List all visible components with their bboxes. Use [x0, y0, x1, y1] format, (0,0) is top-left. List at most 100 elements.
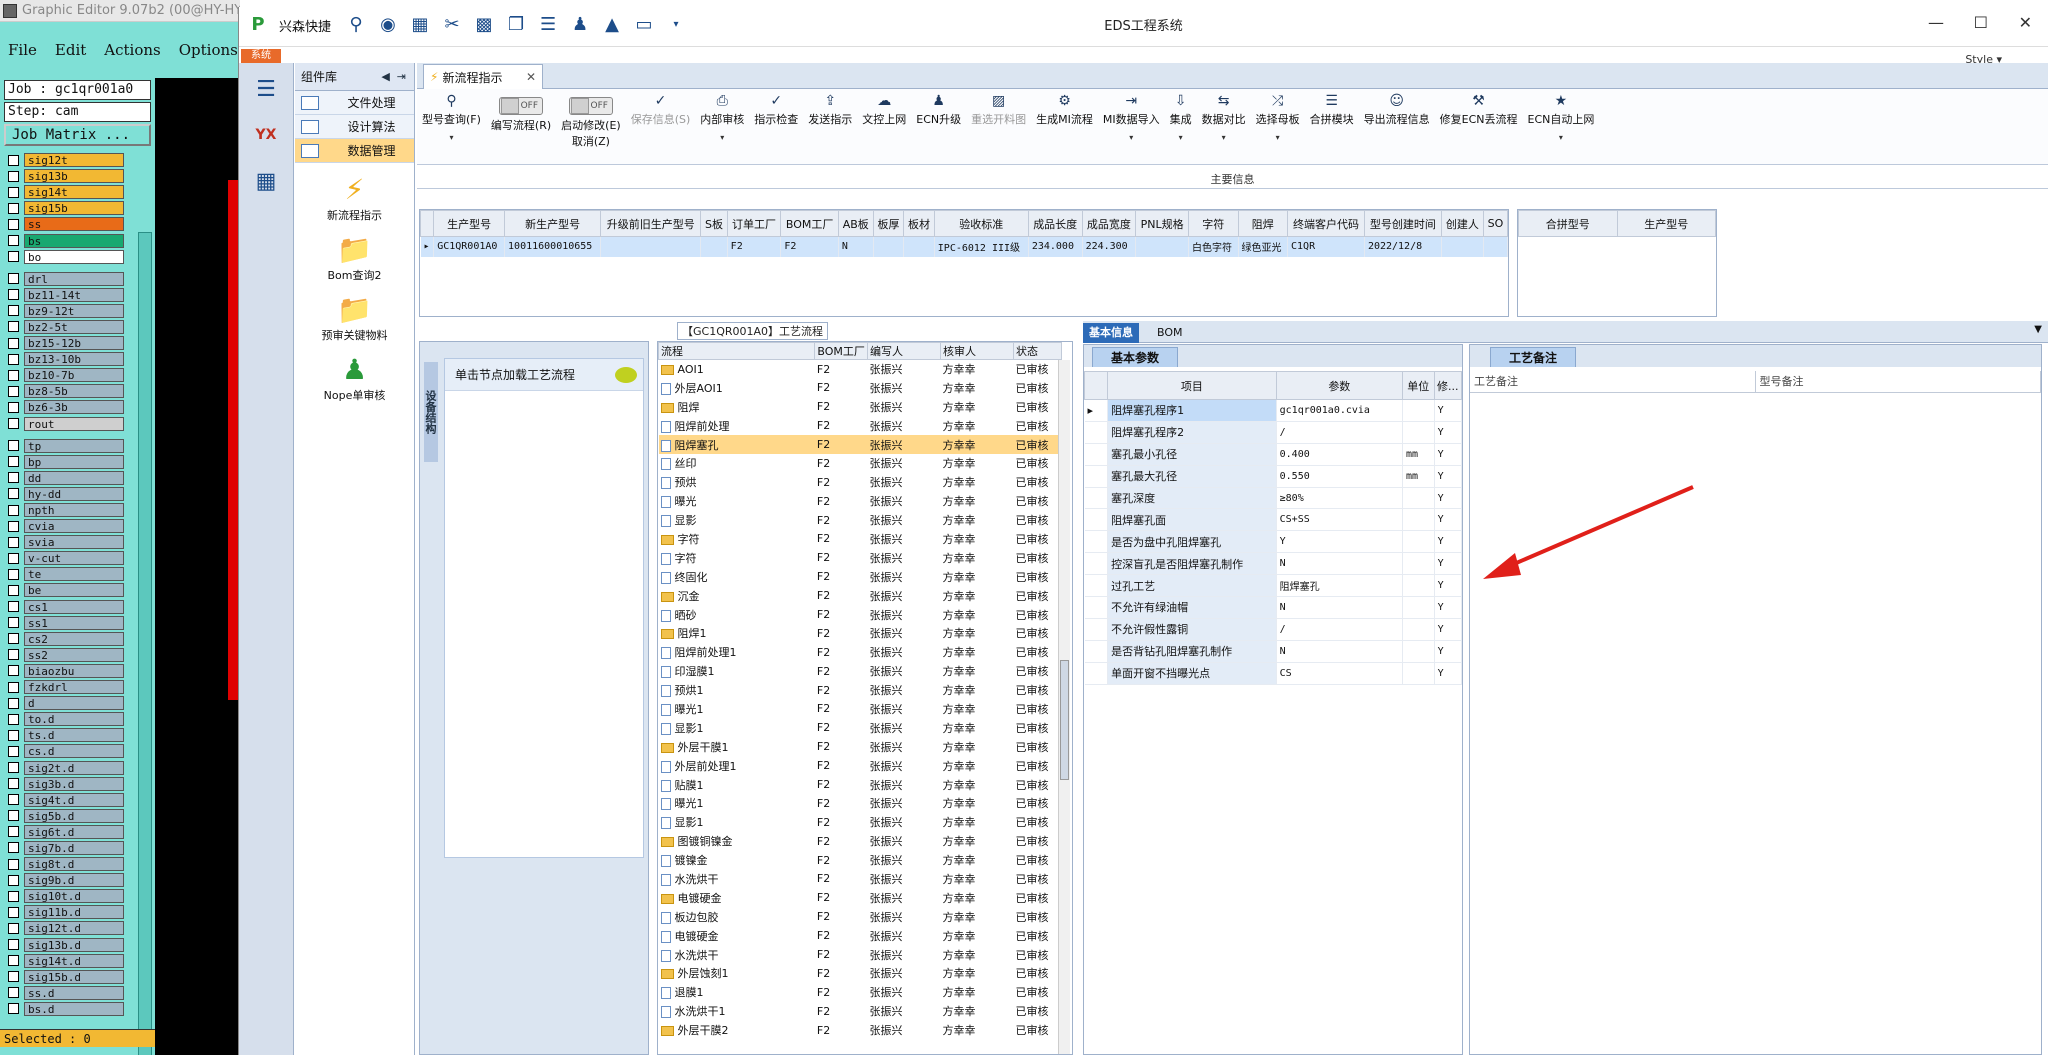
ribbon-button[interactable]: ⤮ 选择母板 ▾: [1251, 93, 1305, 142]
layer-checkbox[interactable]: [8, 202, 19, 214]
layer-row[interactable]: ss2: [4, 647, 124, 663]
tree-row[interactable]: 阻焊塞孔 F2 张振兴 方幸幸 已审核: [658, 435, 1062, 454]
column-header[interactable]: 核审人: [940, 342, 1015, 360]
layer-row[interactable]: sig3b.d: [4, 776, 124, 792]
param-value[interactable]: ≥80%: [1276, 487, 1404, 510]
tree-row[interactable]: 水洗烘干1 F2 张振兴 方幸幸 已审核: [659, 1002, 1062, 1021]
dropdown-icon[interactable]: ▾: [720, 133, 724, 142]
yx-logo-icon[interactable]: YX: [244, 115, 288, 155]
layer-row[interactable]: te: [4, 566, 124, 582]
tree-node[interactable]: 预烘1: [659, 681, 815, 700]
param-row[interactable]: 阻焊塞孔面 CS+SS Y: [1084, 508, 1463, 532]
close-icon[interactable]: ✕: [2019, 13, 2032, 32]
column-header[interactable]: 单位: [1402, 371, 1435, 400]
layer-row[interactable]: ss1: [4, 615, 124, 631]
column-header[interactable]: 成品宽度: [1081, 210, 1137, 237]
ribbon-button[interactable]: ⇩ 集成 ▾: [1165, 93, 1197, 142]
tree-node[interactable]: 阻焊前处理1: [659, 643, 815, 662]
column-header[interactable]: BOM工厂: [814, 342, 869, 360]
ribbon-button[interactable]: ⇪ 发送指示: [803, 93, 857, 127]
layer-checkbox[interactable]: [8, 906, 19, 918]
scroll-thumb[interactable]: [1060, 660, 1069, 780]
layer-row[interactable]: bz13-10b: [4, 351, 124, 367]
layer-row[interactable]: bz9-12t: [4, 303, 124, 319]
layer-row[interactable]: cs2: [4, 631, 124, 647]
tree-row[interactable]: 退膜1 F2 张振兴 方幸幸 已审核: [659, 983, 1062, 1002]
layer-row[interactable]: npth: [4, 502, 124, 518]
ribbon-button[interactable]: ☁ 文控上网: [857, 93, 911, 127]
column-header[interactable]: 项目: [1107, 371, 1277, 400]
load-flow-header[interactable]: 单击节点加载工艺流程: [445, 359, 643, 391]
tree-node[interactable]: 字符: [659, 530, 815, 549]
layer-row[interactable]: sig15b: [4, 200, 124, 216]
layer-checkbox[interactable]: [8, 289, 19, 301]
layer-checkbox[interactable]: [8, 154, 19, 166]
layer-checkbox[interactable]: [8, 488, 19, 500]
column-header[interactable]: 工艺备注: [1470, 371, 1756, 392]
param-row[interactable]: 塞孔最小孔径 0.400 mm Y: [1084, 443, 1463, 466]
tree-node[interactable]: 沉金: [659, 586, 815, 605]
layer-row[interactable]: bz11-14t: [4, 287, 124, 303]
tree-node[interactable]: 退膜1: [659, 983, 815, 1002]
layer-row[interactable]: sig9b.d: [4, 872, 124, 888]
layer-row[interactable]: cvia: [4, 518, 124, 534]
layer-checkbox[interactable]: [8, 890, 19, 902]
calculator-icon[interactable]: ▦: [244, 161, 288, 201]
layer-checkbox[interactable]: [8, 321, 19, 333]
layer-row[interactable]: sig6t.d: [4, 824, 124, 840]
layer-checkbox[interactable]: [8, 713, 19, 725]
layer-row[interactable]: sig14t.d: [4, 953, 124, 969]
ribbon-button[interactable]: ☰ 合拼模块: [1305, 93, 1359, 127]
column-header[interactable]: S板: [700, 210, 728, 237]
column-header[interactable]: SO: [1483, 210, 1508, 237]
tree-row[interactable]: 显影 F2 张振兴 方幸幸 已审核: [659, 511, 1062, 530]
tree-row[interactable]: 印湿膜1 F2 张振兴 方幸幸 已审核: [659, 662, 1062, 681]
job-matrix-button[interactable]: Job Matrix ...: [4, 124, 151, 146]
tree-row[interactable]: 贴膜1 F2 张振兴 方幸幸 已审核: [659, 775, 1062, 794]
layer-checkbox[interactable]: [8, 552, 19, 564]
layer-checkbox[interactable]: [8, 842, 19, 854]
layer-row[interactable]: sig2t.d: [4, 759, 124, 775]
layer-row[interactable]: svia: [4, 534, 124, 550]
layer-checkbox[interactable]: [8, 353, 19, 365]
layer-row[interactable]: rout: [4, 416, 124, 432]
column-header[interactable]: 型号创建时间: [1363, 210, 1442, 237]
layer-checkbox[interactable]: [8, 826, 19, 838]
tree-node[interactable]: 显影1: [659, 718, 815, 737]
layer-row[interactable]: cs.d: [4, 743, 124, 759]
ribbon-button[interactable]: ✓ 指示检查: [749, 93, 803, 127]
tree-row[interactable]: 曝光1 F2 张振兴 方幸幸 已审核: [659, 794, 1062, 813]
dropdown-icon[interactable]: ▾: [449, 133, 453, 142]
ribbon-button[interactable]: ★ ECN自动上网 ▾: [1523, 93, 1600, 142]
layer-checkbox[interactable]: [8, 235, 19, 247]
tree-row[interactable]: 曝光1 F2 张振兴 方幸幸 已审核: [659, 700, 1062, 719]
param-row[interactable]: ▸ 阻焊塞孔程序1 gc1qr001a0.cvia Y: [1084, 399, 1463, 422]
tree-row[interactable]: 外层干膜1 F2 张振兴 方幸幸 已审核: [659, 737, 1062, 756]
column-header[interactable]: 升级前旧生产型号: [600, 210, 702, 237]
tree-row[interactable]: 显影1 F2 张振兴 方幸幸 已审核: [659, 718, 1062, 737]
minimize-icon[interactable]: —: [1928, 13, 1944, 32]
system-tab[interactable]: 系统: [241, 49, 281, 63]
layer-row[interactable]: fzkdrl: [4, 679, 124, 695]
menu-design-algorithm[interactable]: 设计算法: [295, 115, 414, 139]
layer-checkbox[interactable]: [8, 568, 19, 580]
column-header[interactable]: AB板: [837, 210, 874, 237]
tree-node[interactable]: 镀镍金: [659, 851, 815, 870]
tree-row[interactable]: 水洗烘干 F2 张振兴 方幸幸 已审核: [659, 945, 1062, 964]
menu-options[interactable]: Options: [179, 41, 238, 59]
ribbon-button[interactable]: ⇥ MI数据导入 ▾: [1098, 93, 1165, 142]
param-row[interactable]: 阻焊塞孔程序2/ Y: [1084, 421, 1463, 444]
param-value[interactable]: N: [1276, 552, 1404, 576]
tree-row[interactable]: 外层AOI1 F2 张振兴 方幸幸 已审核: [659, 378, 1062, 397]
ribbon-button[interactable]: ⚙ 生成MI流程: [1031, 93, 1098, 127]
layer-checkbox[interactable]: [8, 186, 19, 198]
column-header[interactable]: 合拼型号: [1518, 210, 1618, 237]
tree-node[interactable]: 水洗烘干: [659, 870, 815, 889]
layer-checkbox[interactable]: [8, 633, 19, 645]
column-header[interactable]: BOM工厂: [780, 210, 839, 237]
tree-row[interactable]: 晒砂 F2 张振兴 方幸幸 已审核: [659, 605, 1062, 624]
column-header[interactable]: 板厚: [872, 210, 905, 237]
layer-checkbox[interactable]: [8, 697, 19, 709]
layer-checkbox[interactable]: [8, 418, 19, 430]
column-header[interactable]: 修...: [1433, 371, 1463, 400]
